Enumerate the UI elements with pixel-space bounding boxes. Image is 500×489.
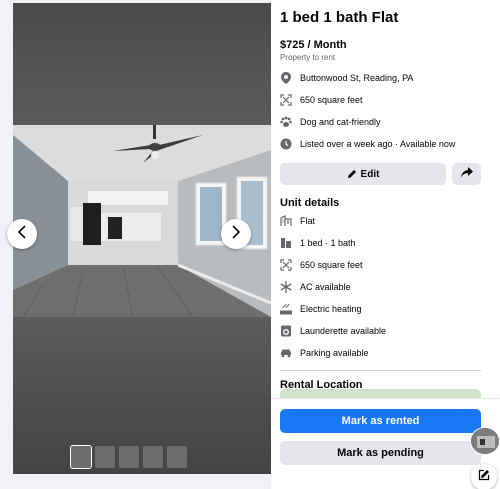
unit-detail-text: 1 bed · 1 bath (300, 238, 356, 248)
listing-price: $725 / Month (280, 39, 347, 51)
meta-text: 650 square feet (300, 95, 363, 105)
meta-text: Dog and cat-friendly (300, 117, 381, 127)
bed-bath-icon (280, 237, 292, 249)
unit-detail-item: Launderette available (280, 320, 481, 342)
chevron-right-icon (231, 224, 241, 244)
listing-actions: Edit (280, 163, 481, 185)
unit-detail-item: Flat (280, 210, 481, 232)
meta-pets: Dog and cat-friendly (280, 111, 481, 133)
area-icon (280, 259, 292, 271)
listing-title: 1 bed 1 bath Flat (280, 9, 399, 26)
photo-blur-top (13, 3, 271, 125)
edit-button[interactable]: Edit (280, 163, 446, 185)
photo-thumbnail[interactable] (95, 446, 115, 468)
share-icon (460, 165, 473, 183)
unit-detail-text: Parking available (300, 348, 369, 358)
previous-photo-button[interactable] (7, 219, 37, 249)
unit-details-list: Flat 1 bed · 1 bath 650 square feet AC a… (280, 210, 481, 364)
clock-icon (280, 138, 292, 150)
photo-thumbnail[interactable] (119, 446, 139, 468)
section-divider (280, 370, 481, 371)
compose-icon (478, 468, 490, 486)
mark-as-rented-button[interactable]: Mark as rented (280, 409, 481, 433)
listing-type: Property to rent (280, 53, 336, 62)
location-pin-icon (280, 72, 292, 84)
listing-footer: Mark as rented Mark as pending (271, 398, 500, 489)
unit-detail-item: Parking available (280, 342, 481, 364)
share-button[interactable] (452, 163, 481, 185)
listing-details-panel: 1 bed 1 bath Flat $725 / Month Property … (271, 0, 500, 489)
unit-detail-text: Launderette available (300, 326, 387, 336)
heating-icon (280, 303, 292, 315)
snowflake-icon (280, 281, 292, 293)
photo-thumbnail[interactable] (143, 446, 163, 468)
meta-text: Buttonwood St, Reading, PA (300, 73, 414, 83)
unit-detail-item: 1 bed · 1 bath (280, 232, 481, 254)
unit-detail-text: Electric heating (300, 304, 362, 314)
photo-thumbnails (70, 445, 187, 469)
meta-location: Buttonwood St, Reading, PA (280, 67, 481, 89)
mark-as-pending-button[interactable]: Mark as pending (280, 441, 481, 465)
edit-button-label: Edit (360, 168, 380, 180)
unit-detail-item: Electric heating (280, 298, 481, 320)
next-photo-button[interactable] (221, 219, 251, 249)
unit-detail-item: 650 square feet (280, 254, 481, 276)
chevron-left-icon (17, 224, 27, 244)
meta-listed: Listed over a week ago · Available now (280, 133, 481, 155)
meta-size: 650 square feet (280, 89, 481, 111)
unit-detail-text: AC available (300, 282, 351, 292)
new-message-button[interactable] (471, 464, 497, 489)
marketplace-listing-page: 1 bed 1 bath Flat $725 / Month Property … (0, 0, 500, 489)
photo-thumbnail[interactable] (70, 445, 92, 469)
pencil-icon (347, 169, 357, 179)
details-scroll-area[interactable]: 1 bed 1 bath Flat $725 / Month Property … (271, 0, 500, 398)
chat-head-avatar[interactable] (470, 427, 500, 455)
unit-detail-text: 650 square feet (300, 260, 363, 270)
unit-detail-item: AC available (280, 276, 481, 298)
car-icon (280, 347, 292, 359)
paw-icon (280, 116, 292, 128)
listing-meta: Buttonwood St, Reading, PA 650 square fe… (280, 67, 481, 155)
washer-icon (280, 325, 292, 337)
photo-thumbnail[interactable] (167, 446, 187, 468)
meta-text: Listed over a week ago · Available now (300, 139, 456, 149)
building-icon (280, 215, 292, 227)
unit-details-heading: Unit details (280, 197, 340, 209)
area-icon (280, 94, 292, 106)
unit-detail-text: Flat (300, 216, 316, 226)
